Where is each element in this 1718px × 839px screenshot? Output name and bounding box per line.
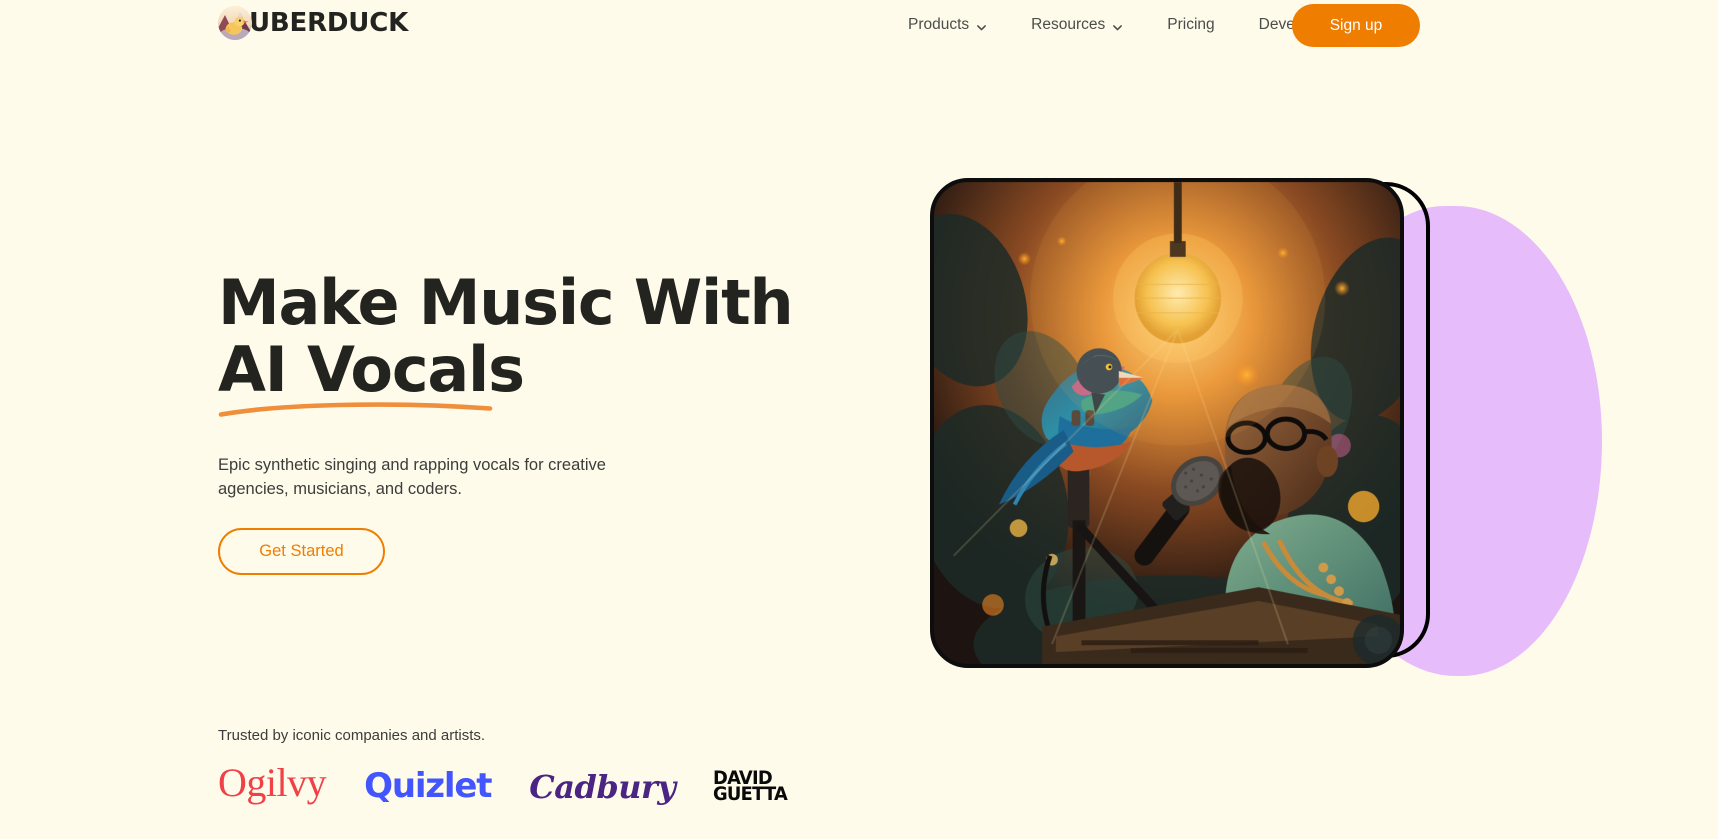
hero-subtitle: Epic synthetic singing and rapping vocal… xyxy=(218,456,606,499)
page-title: Make Music With AI Vocals xyxy=(218,266,794,406)
nav-item-resources-label: Resources xyxy=(1031,16,1106,33)
duck-logo-icon xyxy=(218,6,252,40)
nav-item-pricing-label: Pricing xyxy=(1167,16,1215,33)
brand-logo-link[interactable]: UBERDUCK xyxy=(218,6,408,40)
ogilvy-logo: Ogilvy xyxy=(218,760,327,805)
trusted-by-label: Trusted by iconic companies and artists. xyxy=(218,727,486,744)
chevron-down-icon xyxy=(976,20,987,31)
brand-name-text: UBERDUCK xyxy=(249,8,409,38)
nav-item-products[interactable]: Products xyxy=(886,10,1009,40)
nav-item-resources[interactable]: Resources xyxy=(1009,10,1145,40)
sign-up-button[interactable]: Sign up xyxy=(1292,4,1420,47)
hero-artwork xyxy=(930,168,1650,688)
hero-image xyxy=(930,178,1404,668)
get-started-button[interactable]: Get Started xyxy=(218,528,385,575)
chevron-down-icon xyxy=(1112,20,1123,31)
nav-links: Products Resources Pricing Developers xyxy=(886,10,1359,40)
orange-swoosh-underline-icon xyxy=(218,398,496,420)
nav-item-products-label: Products xyxy=(908,16,970,33)
top-navigation-bar: UBERDUCK Products Resources Pricing Deve… xyxy=(0,0,1718,50)
nav-item-pricing[interactable]: Pricing xyxy=(1145,10,1236,40)
client-logo-row: Ogilvy Quizlet Cadbury DAVID GUETTA xyxy=(218,757,838,806)
david-guetta-logo: DAVID GUETTA xyxy=(713,766,788,806)
hero-text-column: Make Music With AI Vocals Epic synthetic… xyxy=(218,266,838,575)
quizlet-logo: Quizlet xyxy=(364,766,492,806)
trusted-by-section: Trusted by iconic companies and artists.… xyxy=(218,727,838,806)
cadbury-logo: Cadbury xyxy=(529,768,676,806)
